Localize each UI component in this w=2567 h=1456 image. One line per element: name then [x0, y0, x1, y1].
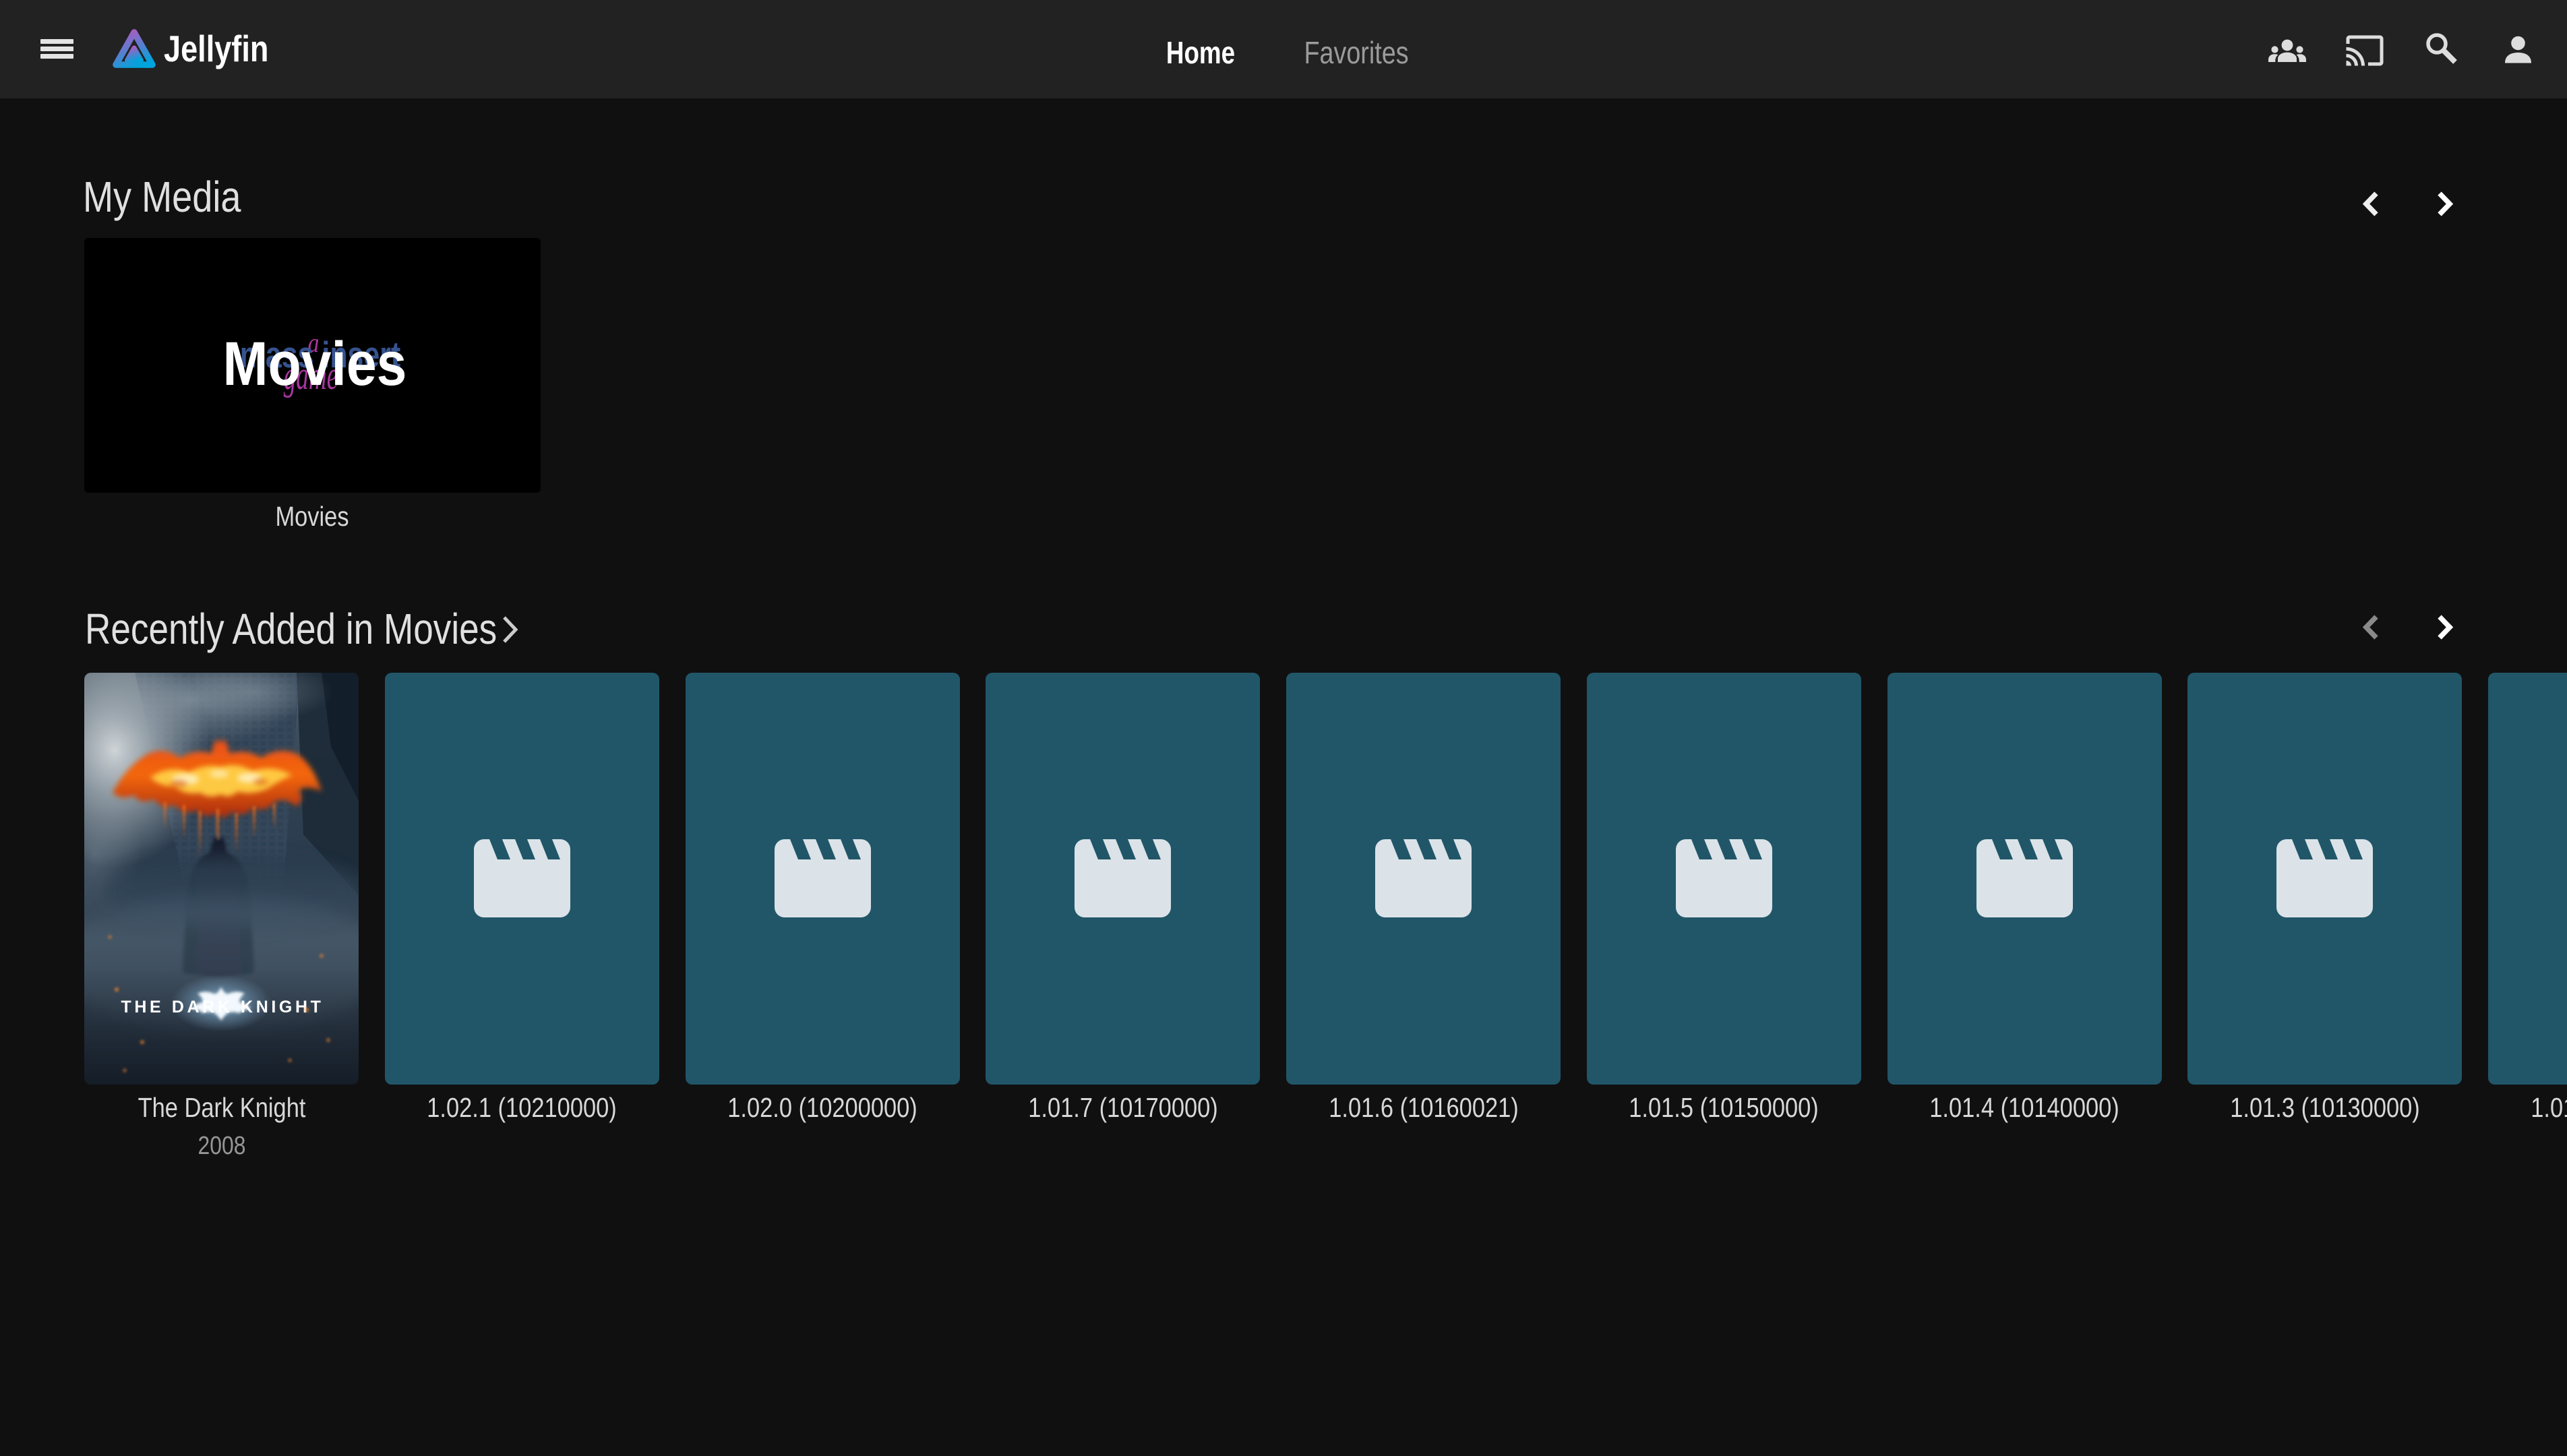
svg-text:THE DARK KNIGHT: THE DARK KNIGHT	[121, 998, 324, 1017]
